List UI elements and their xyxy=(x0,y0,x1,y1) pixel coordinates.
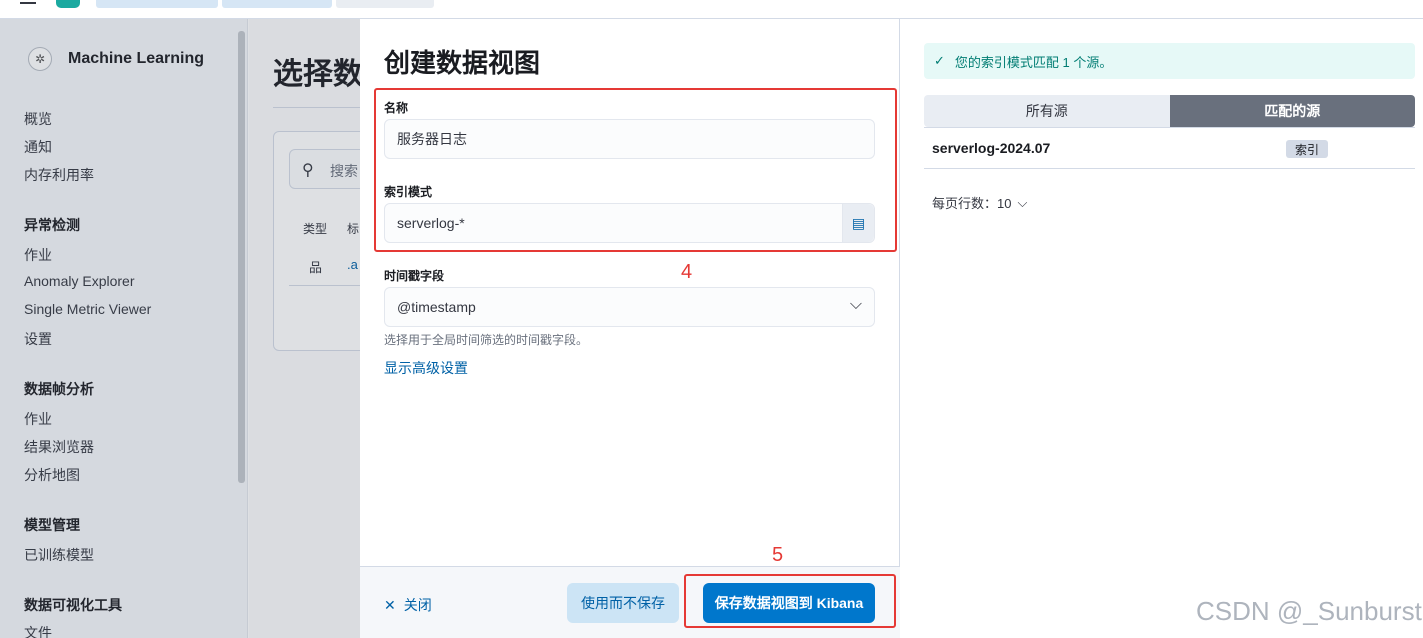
annotation-box-5 xyxy=(684,574,896,628)
chevron-down-icon: ⌵ xyxy=(1017,194,1028,210)
source-tabs: 所有源 匹配的源 xyxy=(924,95,1415,127)
annotation-label-4: 4 xyxy=(681,261,693,283)
use-without-saving-button[interactable]: 使用而不保存 xyxy=(567,583,679,623)
chevron-down-icon: ⌵ xyxy=(849,296,862,313)
breadcrumb-1[interactable] xyxy=(96,0,218,8)
check-icon: ✓ xyxy=(934,53,945,68)
breadcrumb-2[interactable] xyxy=(222,0,332,8)
breadcrumb-3[interactable] xyxy=(336,0,434,8)
menu-icon[interactable] xyxy=(20,0,36,4)
kibana-logo[interactable] xyxy=(56,0,80,8)
tab-all-sources[interactable]: 所有源 xyxy=(924,95,1170,127)
source-name: serverlog-2024.07 xyxy=(932,140,1051,156)
close-label: 关闭 xyxy=(403,597,432,613)
create-data-view-flyout: 创建数据视图 名称 服务器日志 索引模式 serverlog-* ▤ 时间戳字段… xyxy=(360,19,900,638)
match-callout: ✓ 您的索引模式匹配 1 个源。 xyxy=(924,43,1415,79)
annotation-box-4 xyxy=(374,88,897,252)
timestamp-help-text: 选择用于全局时间筛选的时间戳字段。 xyxy=(384,333,589,347)
timestamp-field-label: 时间戳字段 xyxy=(384,269,445,283)
top-header xyxy=(0,0,1423,19)
tab-matched-sources[interactable]: 匹配的源 xyxy=(1169,95,1415,127)
annotation-label-5: 5 xyxy=(772,544,784,566)
close-button[interactable]: ✕ 关闭 xyxy=(384,595,432,615)
modal-overlay[interactable] xyxy=(0,19,360,638)
matching-sources-panel: ✓ 您的索引模式匹配 1 个源。 所有源 匹配的源 serverlog-2024… xyxy=(900,19,1423,638)
rows-per-page-button[interactable]: 每页行数：10 ⌵ xyxy=(932,193,1027,212)
flyout-title: 创建数据视图 xyxy=(384,48,541,78)
table-row: serverlog-2024.07 索引 xyxy=(924,127,1415,169)
timestamp-field-select[interactable]: @timestamp ⌵ xyxy=(384,287,875,327)
rows-per-page-label: 每页行数：10 xyxy=(932,196,1012,211)
source-type-badge: 索引 xyxy=(1286,140,1328,158)
show-advanced-settings-link[interactable]: 显示高级设置 xyxy=(384,358,468,378)
watermark: CSDN @_Sunburst xyxy=(1196,596,1422,626)
close-icon: ✕ xyxy=(384,596,396,613)
timestamp-field-value: @timestamp xyxy=(397,299,476,315)
match-callout-text: 您的索引模式匹配 1 个源。 xyxy=(954,54,1113,70)
